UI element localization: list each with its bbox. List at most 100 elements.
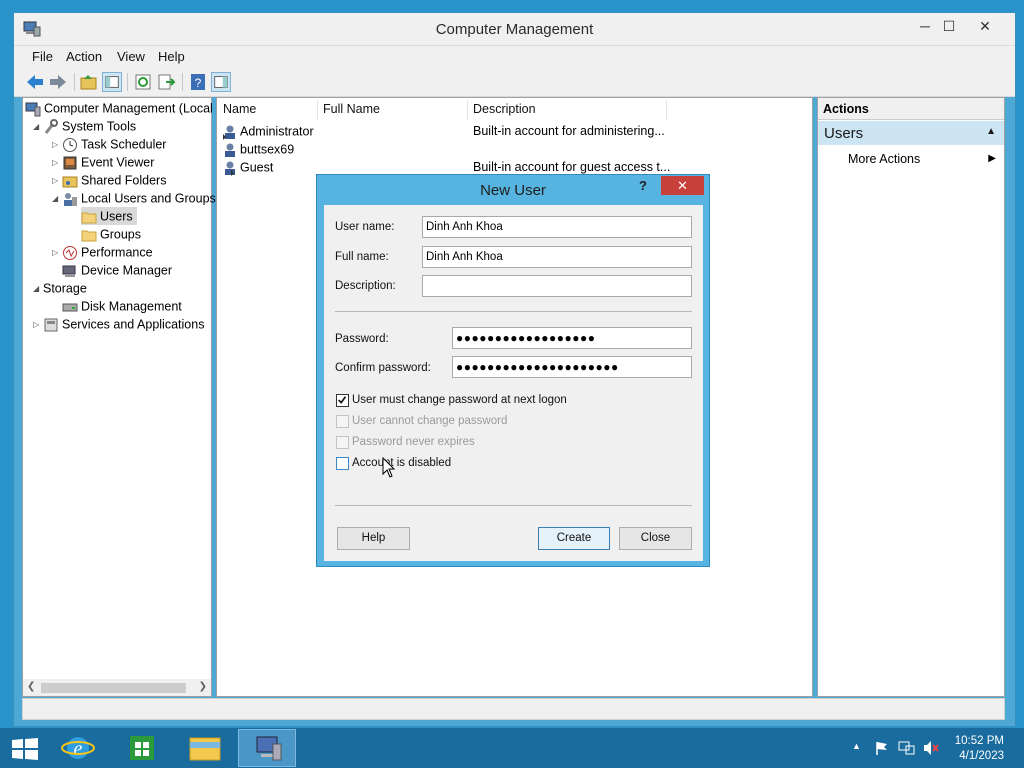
submenu-arrow-icon: ▶ [988,153,996,164]
scroll-right-arrow-icon[interactable]: ❯ [199,681,207,692]
tree-node-groups[interactable]: Groups [81,225,141,243]
expand-arrow-icon[interactable]: ▷ [33,316,43,334]
clock-date: 4/1/2023 [959,750,1004,762]
expand-arrow-icon[interactable]: ▷ [52,244,62,262]
column-header-description[interactable]: Description [473,102,536,116]
collapse-arrow-icon[interactable]: ◢ [52,190,62,208]
tree-node-disk-management[interactable]: Disk Management [62,297,182,315]
dialog-body: User name: Full name: Description: Passw… [324,205,703,561]
column-header-full-name[interactable]: Full Name [323,102,380,116]
tools-icon [44,118,58,134]
close-dialog-button[interactable]: Close [619,527,692,550]
fullname-label: Full name: [335,251,389,263]
internet-explorer-taskbar-button[interactable]: e [49,729,107,767]
password-input[interactable]: ●●●●●●●●●●●●●●●●●● [452,327,692,349]
tree-node-root[interactable]: Computer Management (Local [25,99,213,117]
password-label: Password: [335,333,389,345]
column-header-name[interactable]: Name [223,102,256,116]
create-button[interactable]: Create [538,527,610,550]
svg-text:?: ? [195,76,202,90]
confirm-password-input[interactable]: ●●●●●●●●●●●●●●●●●●●●● [452,356,692,378]
file-explorer-taskbar-button[interactable] [176,729,234,767]
account-disabled-label[interactable]: Account is disabled [352,457,451,469]
tree-node-local-users-groups[interactable]: ◢ Local Users and Groups [52,189,216,207]
tree-node-performance[interactable]: ▷ Performance [52,243,153,261]
system-clock[interactable]: 10:52 PM 4/1/2023 [955,734,1004,764]
volume-muted-icon[interactable] [922,740,940,756]
window-title: Computer Management [435,21,594,38]
export-list-icon[interactable] [156,72,176,92]
network-icon[interactable] [898,740,916,756]
dialog-close-button[interactable]: ✕ [661,176,704,195]
tree-node-task-scheduler[interactable]: ▷ Task Scheduler [52,135,166,153]
list-item-description: Built-in account for administering... [473,124,665,138]
store-taskbar-button[interactable] [113,729,171,767]
tree-node-services-apps[interactable]: ▷ Services and Applications [33,315,204,333]
must-change-password-checkbox[interactable] [336,394,349,407]
windows-start-icon[interactable] [11,737,39,761]
dialog-help-icon[interactable]: ? [639,178,647,193]
fullname-input[interactable] [422,246,692,268]
user-disabled-icon [225,161,235,176]
password-never-expires-label: Password never expires [352,436,475,448]
show-hide-action-pane-icon[interactable] [211,72,231,92]
menu-help[interactable]: Help [158,49,185,64]
store-icon [130,736,154,760]
status-bar [22,698,1005,720]
username-input[interactable] [422,216,692,238]
tree-horizontal-scrollbar[interactable]: ❮ ❯ [23,679,211,696]
computer-management-taskbar-button[interactable] [238,729,296,767]
menu-file[interactable]: File [32,49,53,64]
close-button[interactable]: ✕ [971,17,999,37]
device-manager-icon [62,265,76,277]
must-change-password-label[interactable]: User must change password at next logon [352,394,567,406]
tree-node-storage[interactable]: ◢ Storage [33,279,87,297]
tree-node-device-manager[interactable]: Device Manager [62,261,172,279]
collapse-triangle-icon[interactable]: ▲ [986,126,996,137]
maximize-button[interactable]: ☐ [935,17,963,37]
expand-arrow-icon[interactable]: ▷ [52,172,62,190]
confirm-password-label: Confirm password: [335,362,431,374]
actions-section-users[interactable]: Users ▲ [818,121,1004,145]
cannot-change-password-label: User cannot change password [352,415,508,427]
users-group-icon [64,192,77,206]
clock-icon [63,137,77,152]
menu-action[interactable]: Action [66,49,102,64]
title-bar: Computer Management ─ ☐ ✕ [14,13,1015,46]
tree-node-event-viewer[interactable]: ▷ Event Viewer [52,153,154,171]
list-item[interactable]: Administrator [222,124,314,142]
tree-node-shared-folders[interactable]: ▷ Shared Folders [52,171,166,189]
user-icon [225,143,235,157]
show-hide-console-tree-icon[interactable] [102,72,122,92]
expand-arrow-icon[interactable]: ▷ [52,154,62,172]
up-folder-icon[interactable] [79,72,99,92]
list-item[interactable]: Guest [222,160,273,178]
action-center-flag-icon[interactable] [874,740,890,756]
password-never-expires-checkbox [336,436,349,449]
scroll-left-arrow-icon[interactable]: ❮ [27,681,35,692]
dialog-title: New User [480,182,546,199]
description-input[interactable] [422,275,692,297]
checkmark-icon [338,396,347,404]
account-disabled-checkbox[interactable] [336,457,349,470]
description-label: Description: [335,280,396,292]
collapse-arrow-icon[interactable]: ◢ [33,280,43,298]
collapse-arrow-icon[interactable]: ◢ [33,118,43,136]
back-arrow-icon[interactable] [25,72,45,92]
actions-pane: Actions Users ▲ More Actions ▶ [817,97,1005,697]
help-button[interactable]: Help [337,527,410,550]
help-icon[interactable]: ? [188,72,208,92]
tree-node-users[interactable]: Users [81,207,137,225]
tree-node-system-tools[interactable]: ◢ System Tools [33,117,136,135]
cannot-change-password-checkbox [336,415,349,428]
show-hidden-icons-icon[interactable]: ▲ [852,741,861,751]
scrollbar-thumb[interactable] [41,683,186,693]
refresh-icon[interactable] [133,72,153,92]
computer-management-taskbar-icon [256,736,282,761]
file-explorer-icon [189,737,221,761]
list-item[interactable]: buttsex69 [222,142,294,160]
forward-arrow-icon[interactable] [48,72,68,92]
expand-arrow-icon[interactable]: ▷ [52,136,62,154]
menu-view[interactable]: View [117,49,145,64]
more-actions-item[interactable]: More Actions [848,152,920,166]
